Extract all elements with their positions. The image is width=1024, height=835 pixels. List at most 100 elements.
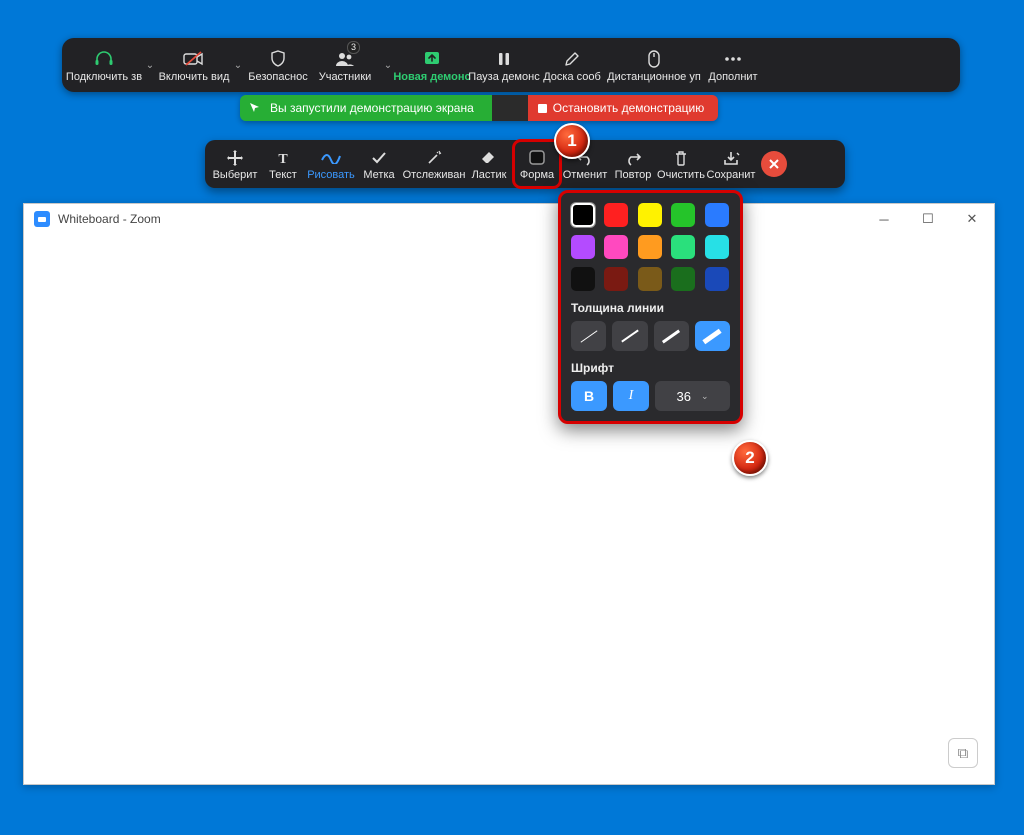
color-swatch[interactable] [705,203,729,227]
color-swatch[interactable] [638,203,662,227]
tool-format[interactable]: Форма [513,140,561,188]
more-label: Дополнит [708,71,757,83]
callout-1: 1 [554,123,590,159]
redo-icon [624,147,642,168]
share-status: Вы запустили демонстрацию экрана [240,95,492,121]
remote-control-button[interactable]: Дистанционное уп [604,38,704,92]
color-swatch[interactable] [604,235,628,259]
color-swatch[interactable] [671,203,695,227]
font-size-select[interactable]: 36 ⌄ [655,381,730,411]
participants-chevron-icon[interactable]: ⌄ [380,60,396,71]
participants-label: Участники [319,71,372,83]
thickness-option[interactable] [695,321,730,351]
tool-eraser[interactable]: Ластик [465,140,513,188]
font-label: Шрифт [571,361,730,375]
whiteboard-titlebar[interactable]: Whiteboard - Zoom [24,204,994,234]
tool-spotlight-label: Отслеживан [403,169,466,181]
format-popup: Толщина линии Шрифт B I 36 ⌄ [558,190,743,424]
window-close-button[interactable]: ✕ [950,204,994,234]
thickness-option[interactable] [654,321,689,351]
tool-redo[interactable]: Повтор [609,140,657,188]
whiteboard-window: Whiteboard - Zoom ─ ☐ ✕ ⧉ [23,203,995,785]
color-swatch[interactable] [571,235,595,259]
thickness-label: Толщина линии [571,301,730,315]
whiteboard-button[interactable]: Доска сооб [540,38,604,92]
bold-button[interactable]: B [571,381,607,411]
thickness-option[interactable] [571,321,606,351]
remote-label: Дистанционное уп [607,71,701,83]
eraser-icon [480,147,498,168]
stop-share-button[interactable]: Остановить демонстрацию [528,95,718,121]
pause-share-label: Пауза демонс [468,71,539,83]
window-maximize-button[interactable]: ☐ [906,204,950,234]
tool-draw[interactable]: Рисовать [307,140,355,188]
trash-icon [673,147,689,168]
audio-chevron-icon[interactable]: ⌄ [142,60,158,71]
color-swatch[interactable] [638,235,662,259]
color-swatch[interactable] [705,235,729,259]
text-icon: T [275,147,291,168]
chevron-down-icon: ⌄ [701,391,709,402]
security-button[interactable]: Безопаснос [246,38,310,92]
font-row: B I 36 ⌄ [571,381,730,411]
share-status-text: Вы запустили демонстрацию экрана [270,101,474,115]
whiteboard-canvas[interactable]: ⧉ [24,234,994,784]
participants-badge: 3 [347,41,360,54]
video-label: Включить вид [159,71,230,83]
tool-text-label: Текст [269,169,297,181]
tool-text[interactable]: T Текст [259,140,307,188]
format-swatch-icon [527,147,547,168]
pause-share-button[interactable]: Пауза демонс [468,38,540,92]
move-icon [226,147,244,168]
share-status-strip: Вы запустили демонстрацию экрана Останов… [240,95,718,121]
svg-text:T: T [278,152,288,166]
cursor-icon [248,101,262,115]
close-toolbar-button[interactable] [761,151,787,177]
color-swatch[interactable] [604,203,628,227]
thickness-option[interactable] [612,321,647,351]
color-swatch[interactable] [705,267,729,291]
tool-select[interactable]: Выберит [211,140,259,188]
window-minimize-button[interactable]: ─ [862,204,906,234]
color-swatch[interactable] [604,267,628,291]
more-icon [723,48,743,70]
audio-label: Подключить зв [66,71,142,83]
color-swatch[interactable] [638,267,662,291]
tool-stamp[interactable]: Метка [355,140,403,188]
color-swatch[interactable] [571,267,595,291]
tool-clear[interactable]: Очистить [657,140,705,188]
stop-icon [538,104,547,113]
tool-spotlight[interactable]: Отслеживан [403,140,465,188]
meeting-toolbar: Подключить зв ⌄ Включить вид ⌄ Безопасно… [62,38,960,92]
new-share-button[interactable]: Новая демонс [396,38,468,92]
callout-2: 2 [732,440,768,476]
color-swatch[interactable] [671,235,695,259]
tool-select-label: Выберит [213,169,258,181]
tool-redo-label: Повтор [615,169,652,181]
italic-button[interactable]: I [613,381,649,411]
share-up-icon [420,48,444,70]
color-swatches [571,203,730,291]
video-chevron-icon[interactable]: ⌄ [230,60,246,71]
new-share-label: Новая демонс [393,71,470,83]
tool-save[interactable]: Сохранит [705,140,757,188]
whiteboard-label: Доска сооб [543,71,601,83]
camera-off-icon [183,48,205,70]
shield-icon [270,48,286,70]
add-page-icon: ⧉ [958,745,969,762]
pause-icon [496,48,512,70]
wand-icon [425,147,443,168]
add-page-button[interactable]: ⧉ [948,738,978,768]
tool-save-label: Сохранит [707,169,756,181]
participants-button[interactable]: 3 Участники [310,38,380,92]
tool-format-label: Форма [520,169,554,181]
video-button[interactable]: Включить вид [158,38,230,92]
close-icon [768,158,780,170]
more-button[interactable]: Дополнит [704,38,762,92]
color-swatch[interactable] [571,203,595,227]
check-icon [371,147,387,168]
headphones-icon [94,48,114,70]
audio-button[interactable]: Подключить зв [66,38,142,92]
tool-eraser-label: Ластик [472,169,507,181]
color-swatch[interactable] [671,267,695,291]
